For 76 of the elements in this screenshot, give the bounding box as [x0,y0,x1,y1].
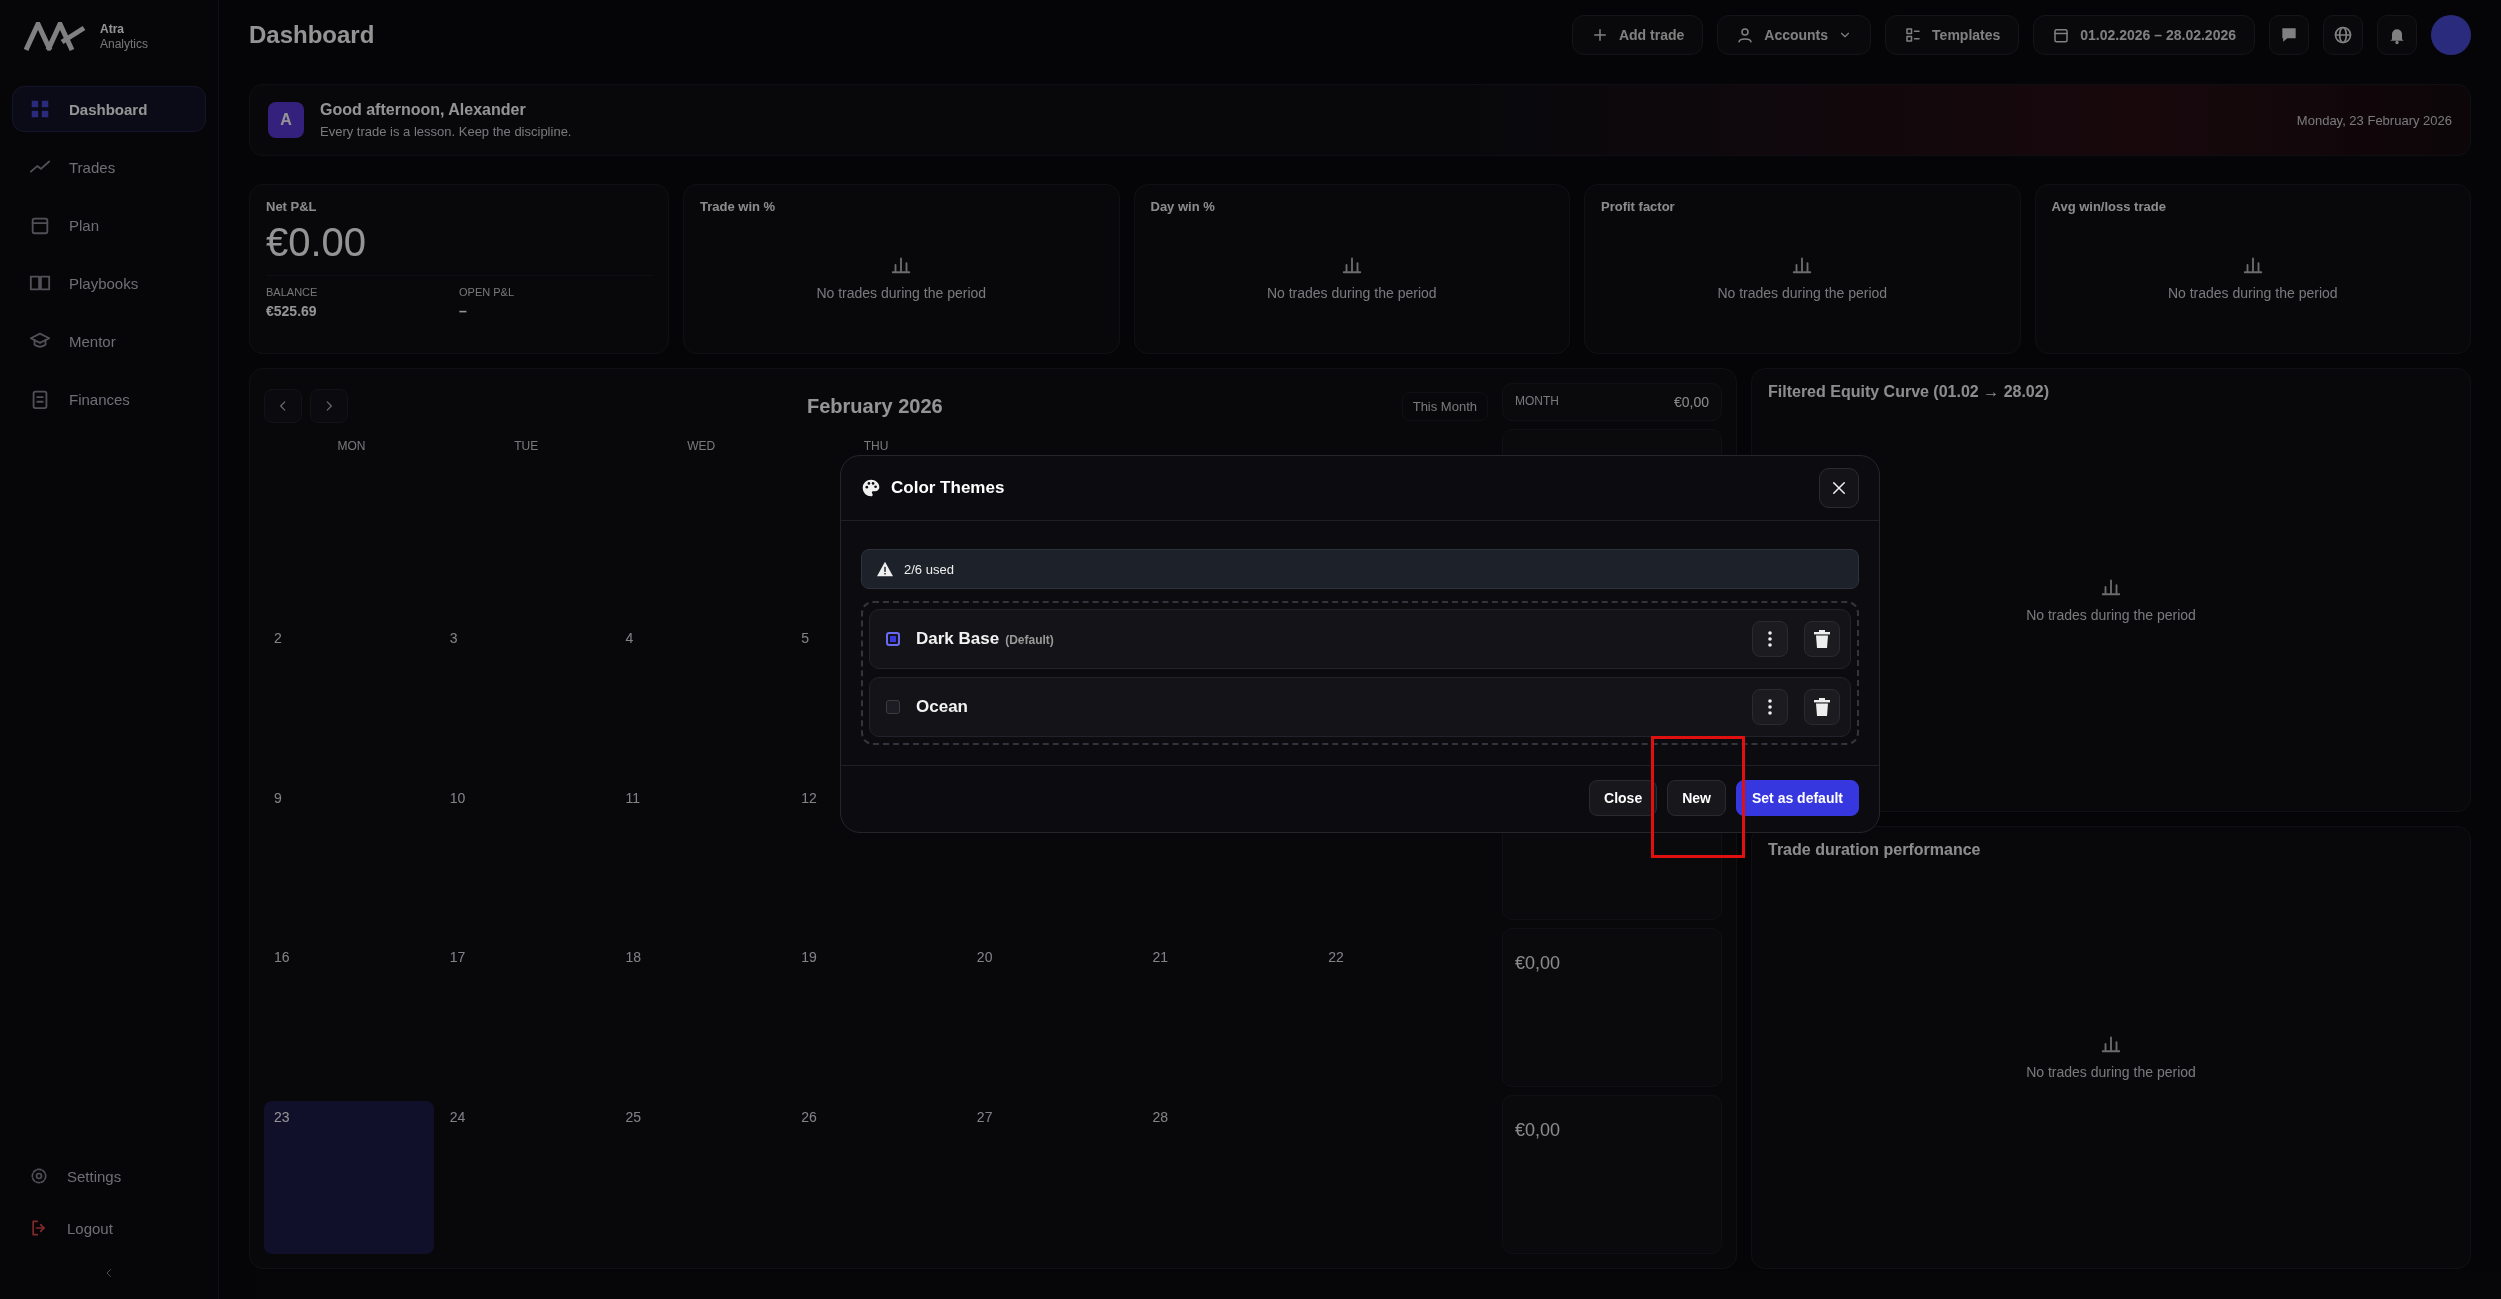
calendar-day[interactable]: 28 [1142,1100,1313,1254]
sidebar-item[interactable]: Settings [12,1153,206,1199]
empty-message: No trades during the period [2026,1064,2196,1081]
kpi-title: Profit factor [1601,199,1676,214]
calendar-day[interactable]: 25 [615,1100,786,1254]
greeting-title: Good afternoon, Alexander [320,101,527,119]
calendar-day[interactable]: 11 [615,781,786,936]
empty-message: No trades during the period [2026,606,2196,623]
theme-row[interactable]: Ocean [869,677,1851,737]
panel-title: Filtered Equity Curve (01.02 → 28.02) [1768,383,2050,401]
primary-button[interactable]: Set as default [1735,780,1859,816]
summary-value: €0,00 [1515,1120,1562,1141]
calendar-day[interactable]: 4 [615,622,786,776]
calendar-day[interactable]: 2 [264,622,434,776]
calendar-day[interactable]: 10 [439,781,610,936]
weekday-label: WED [686,439,717,453]
calendar-day[interactable]: 26 [791,1100,961,1254]
calendar-day[interactable]: 20 [966,941,1137,1095]
calendar-day[interactable]: 18 [615,941,786,1095]
calendar-day[interactable]: 22 [1318,941,1488,1095]
panel-title: Trade duration performance [1768,840,1982,859]
brand-subtitle: Analytics [100,37,149,52]
empty-message: No trades during the period [1717,284,1888,301]
greeting-subtitle: Every trade is a lesson. Keep the discipline. [320,124,572,139]
sidebar-item[interactable]: Finances [12,376,206,422]
greeting-avatar: A [268,102,304,138]
calendar-day[interactable]: 9 [264,781,434,936]
calendar-day[interactable]: 17 [439,941,610,1095]
kpi-value: €525.69 [266,303,318,319]
theme-name: Ocean [916,697,968,717]
calendar-day[interactable]: 24 [439,1100,610,1254]
kpi-label: BALANCE [266,286,319,298]
kpi-value: €0.00 [266,220,368,265]
empty-message: No trades during the period [816,284,987,301]
kpi-title: Net P&L [266,199,318,214]
calendar-day[interactable]: 23 [264,1100,434,1254]
weekday-label: THU [862,439,890,453]
modal-title: Color Themes [891,478,1006,498]
sidebar-item[interactable]: Trades [12,144,206,190]
secondary-button[interactable]: New [1667,780,1726,816]
summary-value: €0,00 [1673,394,1709,410]
kpi-title: Trade win % [700,199,777,214]
calendar-day[interactable]: 16 [264,941,434,1095]
empty-message: No trades during the period [2167,284,2338,301]
sidebar-item[interactable]: Mentor [12,318,206,364]
header-button[interactable]: Templates [1885,15,2020,55]
sidebar-item[interactable]: Dashboard [12,86,206,132]
page-title: Dashboard [249,21,375,49]
calendar-day[interactable]: 19 [791,941,961,1095]
this-month-button[interactable]: This Month [1401,391,1488,421]
header-button[interactable]: Add trade [1571,15,1704,55]
calendar-day[interactable]: 21 [1142,941,1313,1095]
date-range-button[interactable]: 01.02.2026 – 28.02.2026 [2033,15,2255,55]
theme-row[interactable]: Dark Base (Default) [869,609,1851,669]
calendar-title: February 2026 [806,394,944,418]
sidebar-item[interactable]: Logout [12,1205,206,1251]
calendar-day[interactable]: 3 [439,622,610,776]
summary-label: MONTH [1515,394,1559,410]
brand-name: Atra [100,22,125,37]
kpi-title: Day win % [1150,199,1216,214]
kpi-label: OPEN P&L [459,286,516,298]
sidebar-item[interactable]: Plan [12,202,206,248]
kpi-value: – [459,303,468,319]
kpi-title: Avg win/loss trade [2051,199,2167,214]
calendar-day[interactable]: 27 [966,1100,1137,1254]
current-date: Monday, 23 February 2026 [2296,112,2452,128]
theme-name: Dark Base [916,629,1000,649]
weekday-label: TUE [513,439,540,453]
weekday-label: MON [336,439,367,453]
summary-value: €0,00 [1515,953,1562,974]
secondary-button[interactable]: Close [1589,780,1658,816]
default-tag: (Default) [1005,633,1054,647]
sidebar-item[interactable]: Playbooks [12,260,206,306]
empty-message: No trades during the period [1266,284,1437,301]
header-button[interactable]: Accounts [1717,15,1872,55]
usage-text: 2/6 used [904,561,954,577]
